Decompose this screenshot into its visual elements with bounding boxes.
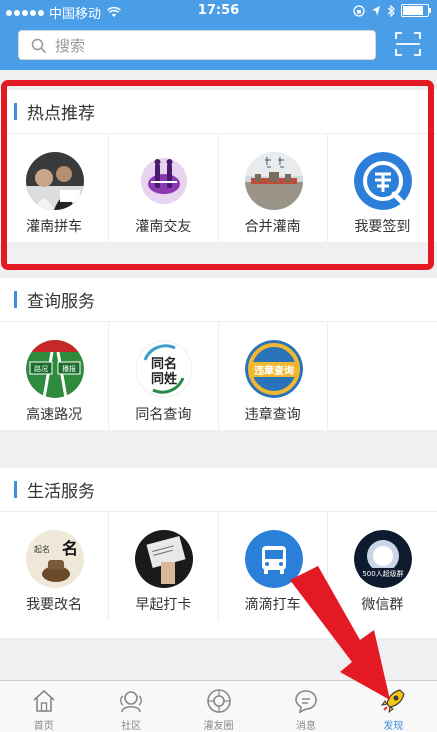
query-service-section: 查询服务 路况 播报 高速路况 同名 同姓 同名查询 违章查询 违章查询 (0, 278, 437, 430)
taxi-icon (244, 530, 303, 588)
search-input[interactable] (53, 35, 357, 57)
message-icon (295, 690, 317, 714)
tab-label: 灌友圈 (203, 721, 234, 732)
wechat-sign-text: 500人超级群 (362, 569, 403, 578)
same-name-sign-text: 同姓 (151, 371, 177, 387)
highlight-box (1, 80, 434, 270)
orientation-lock-icon (353, 4, 365, 17)
bluetooth-icon (387, 4, 395, 17)
tab-label: 社区 (121, 721, 142, 732)
grid-item-highway[interactable]: 路况 播报 高速路况 (0, 322, 110, 430)
grid-item-violation[interactable]: 违章查询 违章查询 (219, 322, 328, 430)
section-header: 生活服务 (0, 468, 437, 512)
grid-item-label: 微信群 (361, 597, 404, 613)
home-icon (33, 689, 55, 712)
highway-sign-text: 路况 (34, 364, 48, 373)
grid-item-label: 早起打卡 (135, 597, 192, 613)
tab-bar: 首页 社区 灌友圈 消息 发现 (0, 680, 437, 732)
life-service-section: 生活服务 起名 名 我要改名 早起打卡 滴滴打车 500人超级群 微信群 (0, 468, 437, 638)
rename-sign-text: 名 (62, 539, 78, 558)
same-name-sign-text: 同名 (151, 356, 177, 372)
grid-item-label: 我要改名 (26, 597, 83, 613)
tab-messages[interactable]: 消息 (262, 681, 349, 732)
friends-circle-icon (206, 689, 231, 713)
grid-item-label: 违章查询 (244, 407, 301, 423)
rename-icon: 起名 名 (26, 530, 84, 588)
grid-item-label: 滴滴打车 (244, 597, 301, 613)
same-name-icon: 同名 同姓 (135, 340, 193, 398)
rocket-icon (381, 689, 405, 714)
search-box[interactable] (18, 30, 376, 60)
community-icon (120, 691, 143, 713)
tab-label: 消息 (295, 721, 316, 732)
highway-sign-text: 播报 (62, 364, 76, 373)
location-icon (372, 5, 380, 16)
section-title: 生活服务 (27, 482, 95, 502)
section-title: 查询服务 (27, 292, 95, 312)
search-icon (31, 38, 47, 54)
tab-home[interactable]: 首页 (0, 681, 87, 732)
grid-item-early-checkin[interactable]: 早起打卡 (109, 512, 219, 620)
violation-sign-text: 违章查询 (254, 364, 294, 377)
highway-icon: 路况 播报 (26, 340, 84, 398)
top-bar (0, 22, 437, 70)
tab-discover[interactable]: 发现 (350, 681, 437, 732)
section-header: 查询服务 (0, 278, 437, 322)
rename-sign-text: 起名 (34, 544, 50, 554)
tab-label: 首页 (33, 721, 54, 732)
grid-item-label: 同名查询 (135, 407, 192, 423)
wechat-group-icon: 500人超级群 (353, 530, 412, 588)
grid-item-same-name[interactable]: 同名 同姓 同名查询 (109, 322, 219, 430)
grid-empty-cell (328, 322, 437, 430)
grid-item-label: 高速路况 (26, 407, 83, 423)
violation-icon: 违章查询 (244, 340, 303, 398)
status-bar: 中国移动 17:56 (0, 0, 437, 22)
grid-item-rename[interactable]: 起名 名 我要改名 (0, 512, 110, 620)
tab-label: 发现 (383, 721, 404, 732)
grid-item-wechat-group[interactable]: 500人超级群 微信群 (328, 512, 437, 620)
early-checkin-icon (135, 530, 194, 588)
grid-item-taxi[interactable]: 滴滴打车 (219, 512, 328, 620)
battery-icon (401, 4, 431, 17)
tab-community[interactable]: 社区 (87, 681, 174, 732)
tab-friends-circle[interactable]: 灌友圈 (175, 681, 262, 732)
scan-icon[interactable] (394, 30, 422, 58)
